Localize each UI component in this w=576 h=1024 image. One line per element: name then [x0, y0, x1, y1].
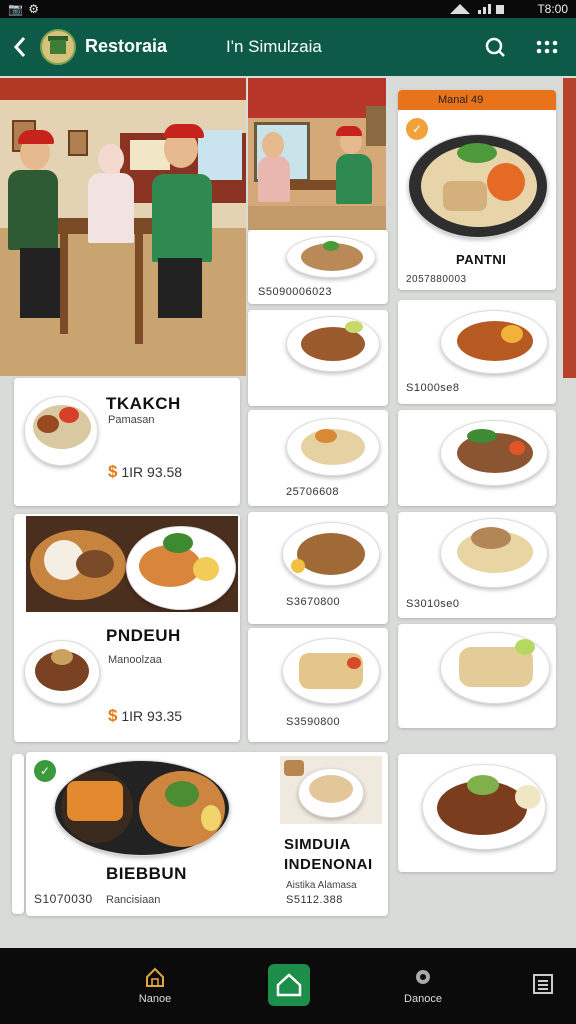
home-filled-icon	[276, 973, 302, 997]
dish-card-rolls[interactable]: S3590800	[248, 628, 388, 742]
spaghetti-plate	[440, 310, 548, 374]
dish-card-biebbun[interactable]: ✓ BIEBBUN S1070030 Rancisiaan SIMDUIA IN…	[26, 752, 388, 916]
nav-menu[interactable]	[530, 972, 556, 999]
dish-card-fried-noodle[interactable]: S3010se0	[398, 512, 556, 618]
back-arrow-icon[interactable]	[8, 32, 32, 62]
dish-name: TKAKCH	[106, 394, 181, 413]
currency-symbol: $	[108, 462, 118, 481]
dish-price: S3010se0	[406, 598, 460, 610]
tkakch-bowl	[24, 396, 98, 466]
featured-dish-price: 2057880003	[406, 274, 467, 285]
beef-rice-plate	[422, 764, 546, 850]
nav-home-label: Nanoe	[138, 993, 172, 1005]
leaf-badge-icon: ✓	[406, 118, 428, 140]
dish-card-pndeuh[interactable]: PNDEUH Manoolzaa $ 1IR 93.35	[14, 514, 240, 742]
pndeuh-plate	[24, 640, 100, 704]
search-icon[interactable]	[484, 36, 506, 58]
dish-subtitle: Manoolzaa	[108, 654, 162, 666]
nav-settings-label: Danoce	[404, 993, 442, 1005]
app-title: Restoraia	[85, 36, 168, 56]
app-subtitle: I'n Simulzaia	[226, 37, 322, 56]
edge-card-fragment	[12, 754, 24, 914]
noodle-plate	[286, 236, 376, 278]
dish-name-2: SIMDUIA	[284, 836, 351, 853]
restaurant-logo	[40, 29, 76, 65]
steak-plate	[440, 420, 548, 486]
dish-card-spaghetti[interactable]: S1000se8	[398, 300, 556, 404]
dish-card-noodles[interactable]: S5090006023	[248, 230, 388, 304]
dish-card-beef-rice[interactable]	[398, 754, 556, 872]
signal-icon	[450, 4, 504, 14]
featured-dish-plate	[408, 134, 548, 238]
dish-card-pasta[interactable]: 25706608	[248, 410, 388, 506]
home-outline-icon	[146, 967, 164, 987]
menu-icon	[533, 974, 553, 994]
dish-card-spring-roll[interactable]	[398, 624, 556, 728]
soup-bowl-image	[280, 756, 382, 824]
dish-price: S1000se8	[406, 382, 460, 394]
dish-subtitle: Rancisiaan	[106, 894, 161, 906]
fried-noodle-plate	[440, 518, 548, 588]
bottom-navigation: Nanoe Danoce	[0, 948, 576, 1024]
dish-name-2-line2: INDENONAI	[284, 856, 373, 873]
dish-price-2: S5112.388	[286, 894, 343, 906]
biebbun-platter	[54, 760, 230, 856]
rolls-plate	[282, 638, 380, 704]
edge-scene-strip	[563, 78, 576, 378]
dish-name: PNDEUH	[106, 626, 181, 645]
featured-dish-name: PANTNI	[456, 252, 507, 267]
price-value: 1IR 93.58	[121, 464, 183, 480]
status-left-icons: 📷 ⚙	[8, 2, 41, 16]
leaf-badge-icon: ✓	[34, 760, 56, 782]
dish-price: S3670800	[286, 596, 341, 608]
dish-card-curry[interactable]	[248, 310, 388, 406]
dish-card-omelette[interactable]: S3670800	[248, 512, 388, 624]
pasta-plate	[286, 418, 380, 476]
dish-price: $ 1IR 93.35	[108, 706, 182, 726]
curry-plate	[286, 316, 380, 372]
nav-home[interactable]: Nanoe	[134, 966, 176, 1005]
dish-price: S1070030	[34, 892, 93, 906]
nav-center-home-button[interactable]	[268, 964, 310, 1006]
dish-price: S3590800	[286, 716, 341, 728]
dish-name: BIEBBUN	[106, 864, 187, 883]
dish-price: $ 1IR 93.58	[108, 462, 182, 482]
rice-meal-image	[26, 516, 238, 612]
dish-subtitle: Pamasan	[108, 414, 155, 426]
spring-roll-plate	[440, 632, 550, 704]
nav-settings[interactable]: Danoce	[400, 966, 446, 1005]
restaurant-scene-image	[0, 78, 246, 376]
dish-card-steak[interactable]	[398, 410, 556, 506]
currency-symbol: $	[108, 706, 118, 725]
more-options-icon[interactable]	[536, 36, 558, 58]
app-bar: Restoraia I'n Simulzaia	[0, 18, 576, 76]
status-time: T8:00	[537, 2, 568, 16]
dining-couple-image	[248, 78, 386, 230]
status-bar: 📷 ⚙ T8:00	[0, 0, 576, 18]
omelette-plate	[282, 522, 380, 586]
settings-icon	[416, 970, 430, 984]
dish-subtitle-2: Aistika Alamasa	[286, 880, 357, 891]
dish-price: S5090006023	[258, 286, 333, 298]
featured-dish-card[interactable]: Manal 49 ✓ PANTNI 2057880003	[398, 90, 556, 290]
price-value: 1IR 93.35	[121, 708, 183, 724]
dish-price: 25706608	[286, 486, 339, 498]
featured-tag-label: Manal 49	[438, 94, 484, 106]
dish-card-tkakch[interactable]: TKAKCH Pamasan $ 1IR 93.58	[14, 378, 240, 506]
